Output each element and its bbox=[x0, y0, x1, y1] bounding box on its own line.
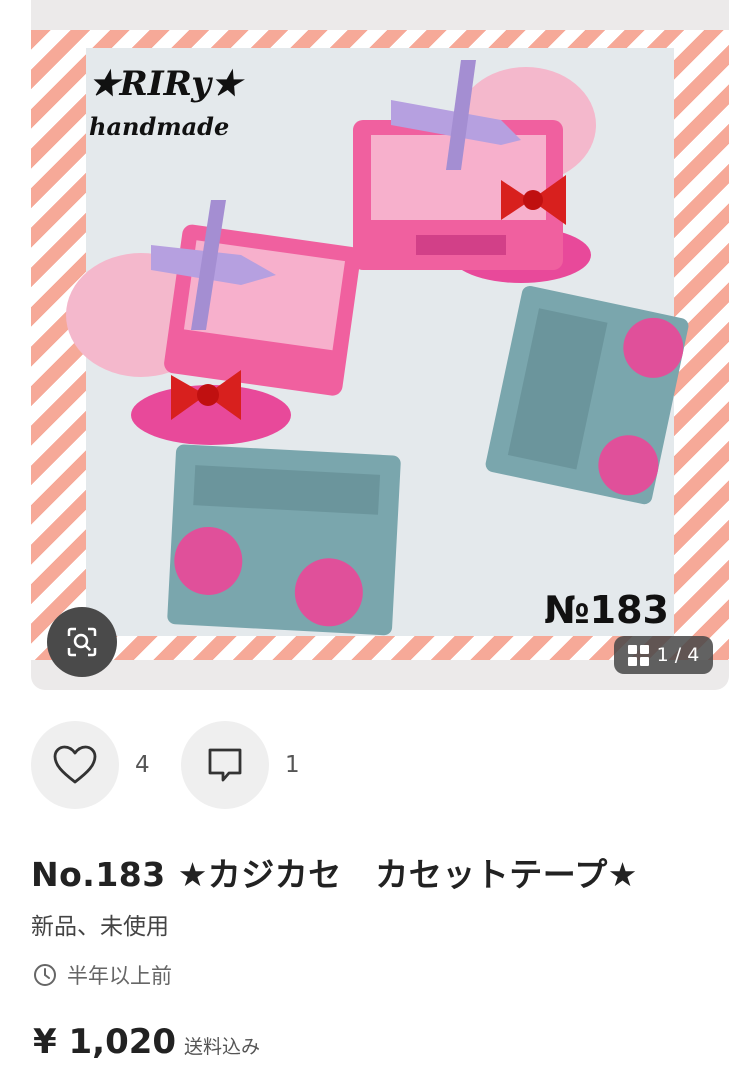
posted-time-text: 半年以上前 bbox=[67, 964, 172, 988]
clock-icon bbox=[34, 964, 56, 986]
like-count: 4 bbox=[135, 752, 150, 778]
bow-knot-left bbox=[197, 384, 219, 406]
comment-icon bbox=[208, 748, 242, 782]
shipping-note: 送料込み bbox=[184, 1036, 261, 1058]
image-page-counter[interactable]: 1 / 4 bbox=[614, 636, 713, 674]
heart-icon bbox=[53, 745, 97, 784]
comment-button[interactable] bbox=[181, 721, 269, 809]
image-search-button[interactable] bbox=[47, 607, 117, 677]
item-actions: 4 1 bbox=[31, 721, 331, 809]
price-row: ¥ 1,020 送料込み bbox=[33, 1022, 260, 1062]
comment-count: 1 bbox=[285, 752, 300, 778]
brand-watermark-sub: handmade bbox=[89, 112, 230, 141]
lens-search-icon bbox=[67, 627, 97, 657]
item-number-overlay: №183 bbox=[543, 588, 669, 632]
brand-watermark: ★RIRy★ bbox=[89, 64, 242, 104]
bow-knot-right bbox=[523, 190, 543, 210]
posted-time: 半年以上前 bbox=[33, 960, 172, 990]
item-title: No.183 ★カジカセ カセットテープ★ bbox=[31, 855, 638, 894]
like-button[interactable] bbox=[31, 721, 119, 809]
page-counter-text: 1 / 4 bbox=[656, 644, 700, 666]
item-condition: 新品、未使用 bbox=[31, 914, 169, 940]
cassette-window-right bbox=[416, 235, 506, 255]
item-price: ¥ 1,020 bbox=[33, 1022, 177, 1062]
product-photo[interactable]: ★RIRy★ handmade №183 bbox=[31, 30, 729, 660]
image-carousel[interactable]: ★RIRy★ handmade №183 1 / 4 bbox=[31, 0, 729, 690]
grid-icon bbox=[627, 644, 649, 666]
